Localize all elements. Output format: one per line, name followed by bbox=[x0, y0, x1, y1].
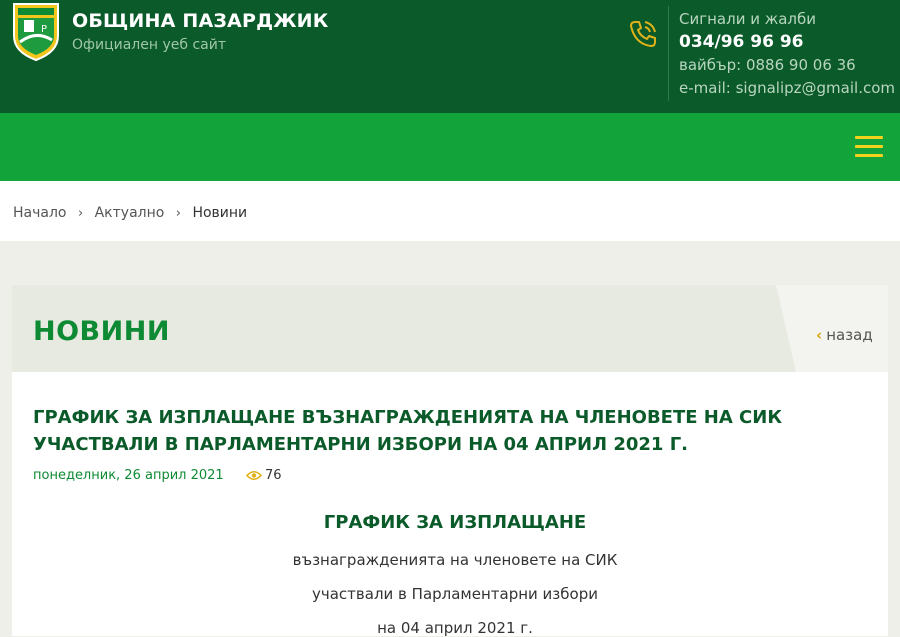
site-title[interactable]: ОБЩИНА ПАЗАРДЖИК bbox=[72, 10, 329, 32]
breadcrumb-current-section[interactable]: Актуално bbox=[95, 205, 165, 221]
page-title: НОВИНИ bbox=[33, 316, 170, 347]
chevron-right-icon: › bbox=[175, 206, 181, 221]
phone-icon bbox=[630, 21, 656, 47]
contact-phone[interactable]: 034/96 96 96 bbox=[679, 31, 895, 54]
contact-block: Сигнали и жалби 034/96 96 96 вайбър: 088… bbox=[679, 8, 895, 100]
chevron-right-icon: › bbox=[77, 206, 84, 221]
municipality-crest-icon[interactable]: P bbox=[12, 2, 60, 62]
main-navbar bbox=[0, 113, 900, 181]
svg-text:P: P bbox=[41, 24, 47, 35]
contact-viber[interactable]: вайбър: 0886 90 06 36 bbox=[679, 54, 895, 77]
breadcrumb-current-page: Новини bbox=[192, 205, 248, 221]
article-title: ГРАФИК ЗА ИЗПЛАЩАНЕ ВЪЗНАГРАЖДЕНИЯТА НА … bbox=[33, 407, 783, 455]
hamburger-menu-icon[interactable] bbox=[855, 136, 883, 158]
breadcrumb-home[interactable]: Начало bbox=[13, 205, 66, 221]
article-views: 76 bbox=[245, 468, 282, 483]
back-link[interactable]: ‹ назад bbox=[816, 326, 873, 344]
contact-divider bbox=[668, 6, 669, 101]
chevron-left-icon: ‹ bbox=[816, 326, 823, 344]
eye-icon bbox=[245, 470, 263, 481]
contact-label: Сигнали и жалби bbox=[679, 10, 817, 28]
back-link-label: назад bbox=[826, 326, 873, 344]
article-body-line: възнагражденията на членовете на СИК bbox=[292, 551, 618, 569]
article-body-line: участвали в Парламентарни избори bbox=[312, 585, 598, 603]
article-views-count: 76 bbox=[265, 468, 282, 483]
contact-email[interactable]: e-mail: signalipz@gmail.com bbox=[679, 77, 895, 100]
breadcrumb: Начало › Актуално › Новини bbox=[13, 205, 247, 221]
site-subtitle: Официален уеб сайт bbox=[72, 37, 226, 53]
article-body-line: на 04 април 2021 г. bbox=[377, 619, 533, 637]
article-body-heading: ГРАФИК ЗА ИЗПЛАЩАНЕ bbox=[323, 512, 587, 533]
article-date: понеделник, 26 април 2021 bbox=[33, 468, 224, 483]
